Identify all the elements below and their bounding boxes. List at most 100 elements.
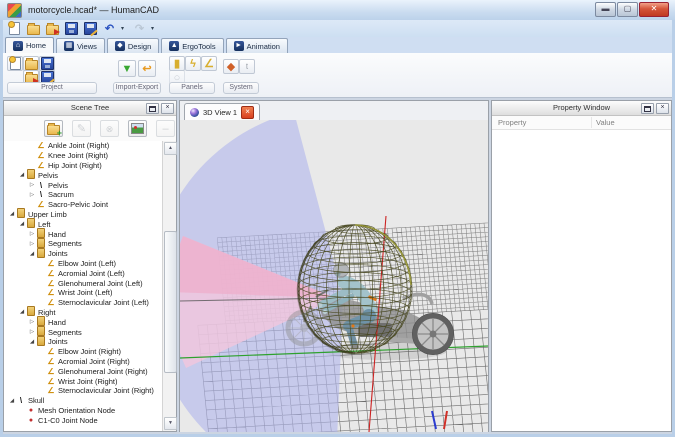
edit-node-button[interactable]: ✎ <box>72 120 91 137</box>
redo-icon: ↷ <box>134 23 146 35</box>
tree-item[interactable]: ∠Wrist Joint (Right) <box>4 376 163 386</box>
tree-item[interactable]: ∠Sacro-Pelvic Joint <box>4 200 163 210</box>
property-panel-header[interactable]: Property Window × <box>492 101 671 116</box>
tree-item[interactable]: ◢Left <box>4 219 163 229</box>
view3d-tab[interactable]: 3D View 1 × <box>184 103 260 120</box>
measure-panel-button[interactable]: ∠ <box>201 56 217 71</box>
tree-expander[interactable]: ▷ <box>28 329 36 335</box>
tab-design[interactable]: ◆Design <box>107 38 159 53</box>
system-settings-button[interactable]: ◆ <box>223 59 239 74</box>
tree-expander[interactable]: ▷ <box>28 182 36 188</box>
quick-access-toolbar: ↶ ▾ ↷ ▾ <box>3 20 672 37</box>
tab-views[interactable]: ▦Views <box>56 38 105 53</box>
close-panel-icon[interactable]: × <box>161 103 174 114</box>
joint-icon: ∠ <box>36 200 46 209</box>
tree-item[interactable]: ∠Elbow Joint (Left) <box>4 259 163 269</box>
tree-expander[interactable]: ▷ <box>28 319 36 325</box>
tree-item[interactable]: ∠Glenohumeral Joint (Left) <box>4 278 163 288</box>
close-button[interactable]: ✕ <box>639 2 669 17</box>
tree-item[interactable]: ∠Wrist Joint (Left) <box>4 288 163 298</box>
tree-item-label: Knee Joint (Right) <box>46 151 108 160</box>
tree-item[interactable]: ▷ Hand <box>4 317 163 327</box>
tree-expander[interactable]: ◢ <box>18 309 26 315</box>
scene-tree-header[interactable]: Scene Tree × <box>4 101 176 116</box>
tree-item[interactable]: ∠Knee Joint (Right) <box>4 151 163 161</box>
scroll-down-icon[interactable]: ▼ <box>164 417 177 430</box>
tree-expander[interactable]: ◢ <box>18 172 26 178</box>
tree-item[interactable]: ◢Pelvis <box>4 170 163 180</box>
tree-item[interactable]: ∠Acromial Joint (Left) <box>4 268 163 278</box>
tree-item[interactable]: ◢Joints <box>4 249 163 259</box>
tree-item-label: Sternoclavicular Joint (Right) <box>56 386 154 395</box>
tree-item[interactable]: ∠Elbow Joint (Right) <box>4 347 163 357</box>
units-button[interactable]: t <box>239 59 255 74</box>
redo-dropdown[interactable]: ▾ <box>151 25 158 32</box>
show-image-button[interactable] <box>128 120 147 137</box>
property-panel-button[interactable]: ϟ <box>185 56 201 71</box>
open-project-button[interactable] <box>23 56 39 71</box>
tree-expander[interactable]: ◢ <box>8 211 16 217</box>
scene-tree-scrollbar[interactable]: ▲ ▼ <box>162 141 176 431</box>
export-button[interactable]: ↩ <box>138 60 156 77</box>
close-panel-icon[interactable]: × <box>656 103 669 114</box>
tree-item[interactable]: ◢Joints <box>4 337 163 347</box>
new-document-button[interactable] <box>7 22 22 36</box>
delete-icon: ⊗ <box>104 123 116 135</box>
ribbon-group-panels: ▮ ϟ ∠ ○ Panels <box>169 55 215 95</box>
scroll-up-icon[interactable]: ▲ <box>164 142 177 155</box>
tree-expander[interactable]: ◢ <box>28 339 36 345</box>
import-model-button[interactable] <box>45 22 60 36</box>
add-node-button[interactable] <box>44 120 63 137</box>
redo-button[interactable]: ↷ <box>132 22 147 36</box>
tree-expander[interactable]: ▷ <box>28 241 36 247</box>
maximize-button[interactable]: ▢ <box>617 2 638 17</box>
tree-item[interactable]: ∠Ankle Joint (Right) <box>4 141 163 151</box>
tree-expander[interactable]: ▷ <box>28 192 36 198</box>
float-panel-icon[interactable] <box>146 103 159 114</box>
tree-item[interactable]: ●Mesh Orientation Node <box>4 406 163 416</box>
tree-item[interactable]: ▷\Pelvis <box>4 180 163 190</box>
tree-item[interactable]: ∠Acromial Joint (Right) <box>4 357 163 367</box>
scrollbar-thumb[interactable] <box>164 231 177 373</box>
segment-icon: \ <box>16 396 26 405</box>
tree-item[interactable]: ∠Sternoclavicular Joint (Right) <box>4 386 163 396</box>
tree-expander[interactable]: ◢ <box>18 221 26 227</box>
view3d-sphere-icon <box>190 108 199 117</box>
tree-item[interactable]: ◢\Skull <box>4 396 163 406</box>
tree-item-label: Hand <box>46 318 66 327</box>
view3d-viewport[interactable] <box>180 120 488 431</box>
new-document-button[interactable] <box>7 56 23 71</box>
tab-ergotools[interactable]: ▲ErgoTools <box>161 38 223 53</box>
tree-item[interactable]: ◢Right <box>4 308 163 318</box>
tree-item[interactable]: ∠Glenohumeral Joint (Right) <box>4 366 163 376</box>
folder-import-icon <box>46 25 59 35</box>
view3d-close-icon[interactable]: × <box>241 106 254 119</box>
tree-item[interactable]: ▷Segments <box>4 239 163 249</box>
save-button[interactable] <box>39 56 55 71</box>
title-bar: motorcycle.hcad* — HumanCAD ▬ ▢ ✕ <box>0 0 675 20</box>
tree-expander[interactable]: ◢ <box>28 251 36 257</box>
tab-home[interactable]: ⌂Home <box>5 37 54 53</box>
tree-item-label: Glenohumeral Joint (Right) <box>56 367 148 376</box>
save-button[interactable] <box>64 22 79 36</box>
undo-button[interactable]: ↶ <box>102 22 117 36</box>
tree-item[interactable]: ▷Hand <box>4 229 163 239</box>
tree-item[interactable]: ▷\Sacrum <box>4 190 163 200</box>
scene-tree-panel-button[interactable]: ▮ <box>169 56 185 71</box>
minimize-button[interactable]: ▬ <box>595 2 616 17</box>
import-button[interactable]: ▼ <box>118 60 136 77</box>
open-project-button[interactable] <box>26 22 41 36</box>
tab-animation[interactable]: ►Animation <box>226 38 288 53</box>
collapse-all-button[interactable]: – <box>156 120 175 137</box>
tree-item[interactable]: ▷Segments <box>4 327 163 337</box>
save-as-button[interactable] <box>83 22 98 36</box>
delete-node-button[interactable]: ⊗ <box>100 120 119 137</box>
tree-item[interactable]: ●C1-C0 Joint Node <box>4 415 163 425</box>
view3d-tab-label: 3D View 1 <box>203 108 237 117</box>
undo-dropdown[interactable]: ▾ <box>121 25 128 32</box>
node-icon: ● <box>26 417 36 424</box>
float-panel-icon[interactable] <box>641 103 654 114</box>
column-divider[interactable] <box>591 117 592 128</box>
tree-expander[interactable]: ▷ <box>28 231 36 237</box>
tree-expander[interactable]: ◢ <box>8 398 16 404</box>
